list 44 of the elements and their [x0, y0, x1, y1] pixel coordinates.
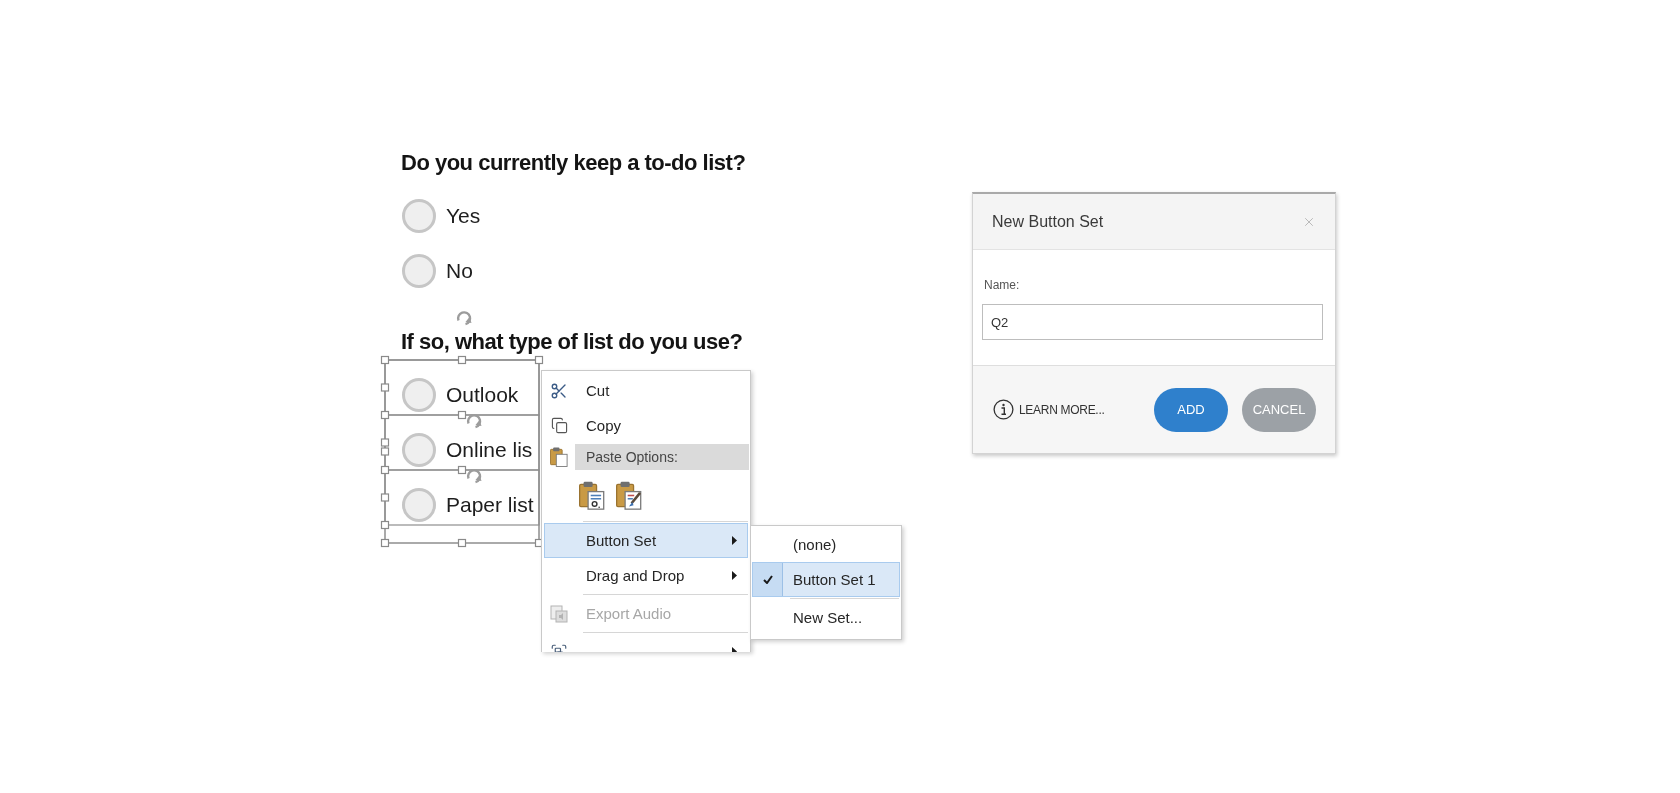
clipboard-brush-icon[interactable] — [616, 480, 642, 510]
radio-button[interactable] — [402, 487, 436, 522]
menu-item[interactable]: Cut — [544, 373, 748, 408]
clipboard-text-icon[interactable] — [579, 480, 605, 510]
radio-label: No — [446, 257, 473, 284]
radio-button[interactable] — [402, 377, 436, 412]
resize-handle[interactable] — [457, 465, 467, 475]
question-heading: If so, what type of list do you use? — [401, 329, 743, 355]
rotate-handle-icon[interactable] — [466, 469, 482, 484]
menu-item[interactable]: Button Set — [544, 523, 748, 558]
rotate-handle-icon[interactable] — [466, 414, 482, 429]
learn-more-link[interactable]: LEARN MORE... — [993, 399, 1105, 420]
radio-label: Yes — [446, 202, 481, 229]
clipboard-icon — [549, 447, 568, 467]
question-heading: Do you currently keep a to-do list? — [401, 150, 746, 176]
resize-handle[interactable] — [457, 538, 467, 548]
submenu-item[interactable]: Button Set 1 — [752, 562, 900, 597]
radio-label: Online lis — [446, 436, 533, 463]
dialog-title: New Button Set — [992, 212, 1104, 231]
radio-label: Outlook — [446, 381, 519, 408]
field-label: Name: — [984, 277, 1020, 293]
resize-handle[interactable] — [380, 493, 390, 502]
scissors-icon — [550, 381, 568, 400]
rotate-handle-icon[interactable] — [456, 311, 472, 326]
resize-handle[interactable] — [380, 355, 390, 365]
submenu-item[interactable]: New Set... — [752, 600, 900, 635]
radio-button[interactable] — [402, 198, 436, 233]
resize-handle[interactable] — [534, 355, 544, 365]
name-input[interactable]: Q2 — [982, 304, 1323, 340]
radio-button[interactable] — [402, 432, 436, 467]
resize-handle[interactable] — [457, 355, 467, 365]
add-button[interactable]: ADD — [1154, 387, 1228, 432]
info-icon — [993, 399, 1014, 420]
audio-file-icon — [550, 604, 568, 623]
radio-button[interactable] — [402, 253, 436, 288]
resize-handle[interactable] — [380, 410, 390, 420]
copy-icon — [550, 417, 568, 434]
menu-item[interactable]: Drag and Drop — [544, 558, 748, 593]
menu-section-header: Paste Options: — [575, 444, 749, 470]
menu-item[interactable]: Copy — [544, 408, 748, 443]
radio-label: Paper list — [446, 491, 534, 518]
resize-handle[interactable] — [457, 410, 467, 420]
submenu-item[interactable]: (none) — [752, 527, 900, 562]
resize-handle[interactable] — [380, 383, 390, 392]
